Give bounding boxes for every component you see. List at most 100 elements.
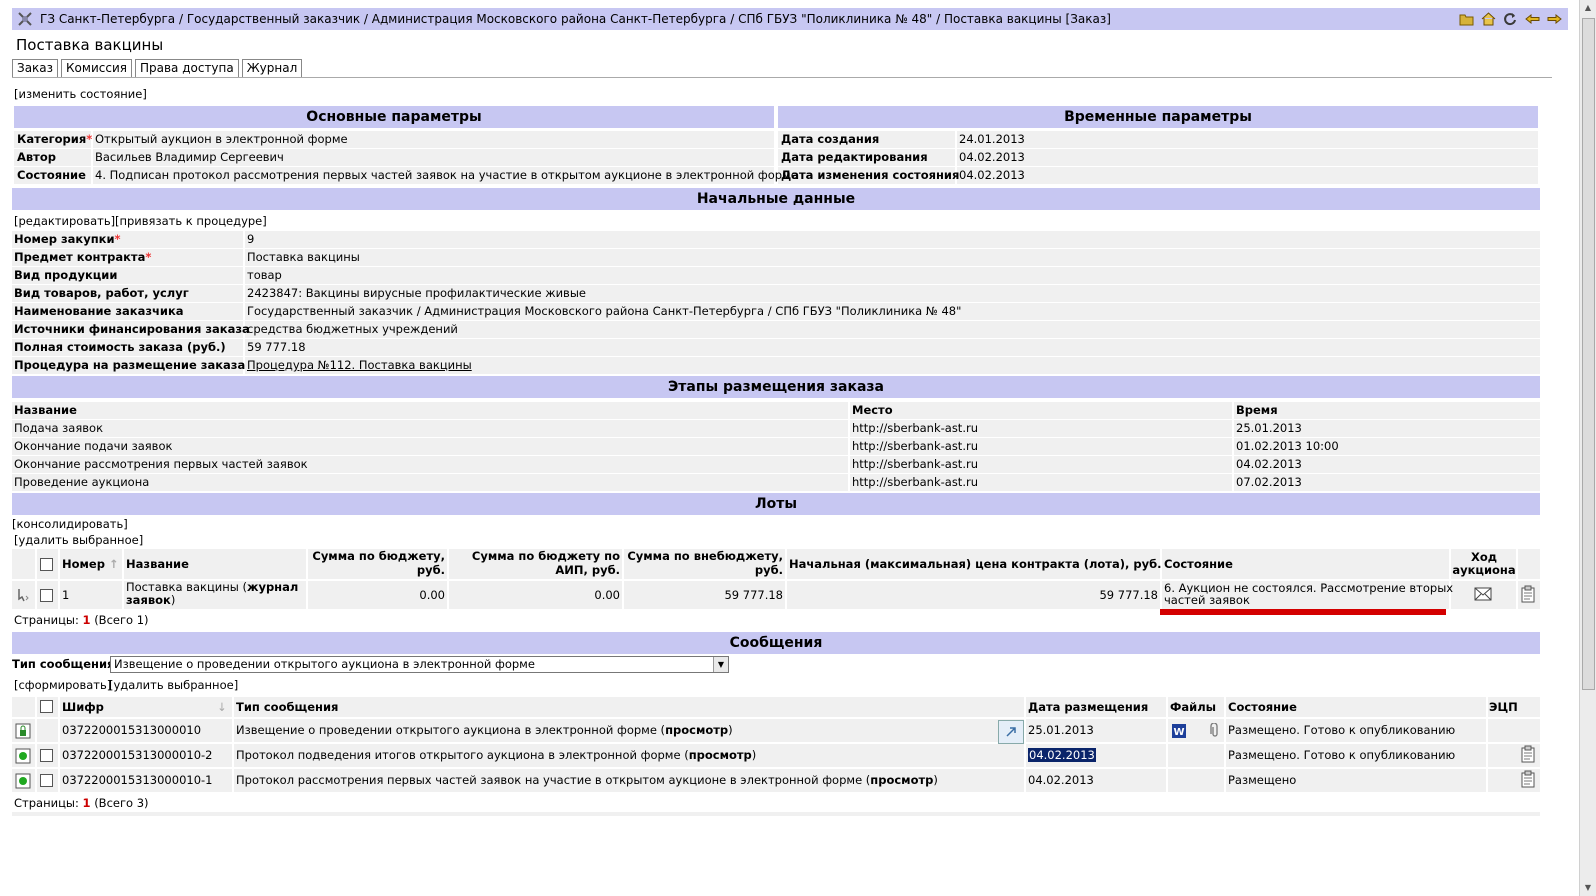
view-link[interactable]: просмотр	[689, 748, 752, 762]
bind-procedure-link[interactable]: [привязать к процедуре]	[115, 214, 267, 228]
messages-select-all-checkbox[interactable]	[40, 700, 53, 713]
total-cost-value: 59 777.18	[247, 340, 306, 354]
stage-name: Окончание подачи заявок	[14, 439, 173, 453]
delete-lots-link[interactable]: [удалить выбранное]	[14, 533, 143, 547]
sort-down-icon[interactable]: ↓	[217, 699, 227, 716]
status-locked-icon	[14, 722, 32, 740]
funding-sources-value: средства бюджетных учреждений	[247, 322, 458, 336]
purchase-number-value: 9	[247, 232, 255, 246]
author-value: Васильев Владимир Сергеевич	[95, 150, 284, 164]
contract-subject-label: Предмет контракта*	[14, 250, 152, 264]
state-label: Состояние	[17, 168, 86, 182]
lots-pagination: Страницы: 1 (Всего 1)	[14, 613, 149, 627]
tab-access-rights[interactable]: Права доступа	[134, 59, 239, 78]
breadcrumb-bar: ГЗ Санкт-Петербурга / Государственный за…	[12, 8, 1568, 30]
message-type-label: Тип сообщения	[12, 657, 115, 671]
stage-time: 07.02.2013	[1236, 475, 1302, 489]
procedure-label: Процедура на размещение заказа	[14, 358, 246, 372]
messages-col-ecp: ЭЦП	[1489, 700, 1518, 714]
word-file-icon[interactable]: W	[1170, 722, 1188, 740]
message-cipher: 0372200015313000010	[62, 723, 202, 737]
lots-col-name: Название	[126, 557, 189, 571]
home-icon[interactable]	[1480, 11, 1496, 27]
tab-journal[interactable]: Журнал	[241, 59, 303, 78]
change-state-link[interactable]: [изменить состояние]	[14, 87, 147, 101]
open-external-icon[interactable]	[998, 720, 1024, 744]
lot-row-checkbox[interactable]	[40, 589, 53, 602]
message-state: Размещено	[1228, 773, 1297, 787]
message-state: Размещено. Готово к опубликованию	[1228, 748, 1456, 762]
app-logo-icon	[16, 10, 34, 28]
scrollbar-thumb[interactable]	[1582, 18, 1595, 690]
author-label: Автор	[17, 150, 56, 164]
state-change-date-label: Дата изменения состояния	[781, 168, 960, 182]
lot-number: 1	[62, 588, 70, 602]
tab-order[interactable]: Заказ	[12, 59, 59, 78]
lots-select-all-checkbox[interactable]	[40, 558, 53, 571]
refresh-icon[interactable]	[1502, 11, 1518, 27]
tab-bar: Заказ Комиссия Права доступа Журнал	[12, 59, 303, 78]
purchase-number-label: Номер закупки*	[14, 232, 121, 246]
paperclip-icon[interactable]	[1208, 722, 1222, 738]
main-params-header: Основные параметры	[14, 106, 774, 128]
message-type-select[interactable]: Извещение о проведении открытого аукцион…	[110, 656, 729, 673]
stage-name: Подача заявок	[14, 421, 104, 435]
messages-page-current[interactable]: 1	[83, 796, 91, 810]
breadcrumb[interactable]: ГЗ Санкт-Петербурга / Государственный за…	[40, 12, 1111, 26]
lot-journal-link[interactable]: журнал	[247, 580, 298, 594]
lot-extrabudget: 59 777.18	[724, 588, 783, 602]
expand-row-icon[interactable]	[14, 586, 32, 604]
delete-messages-link[interactable]: [удалить выбранное]	[109, 678, 238, 692]
status-green-icon	[14, 747, 32, 765]
messages-pagination: Страницы: 1 (Всего 3)	[14, 796, 149, 810]
lots-page-current[interactable]: 1	[83, 613, 91, 627]
back-arrow-icon[interactable]	[1524, 11, 1540, 27]
consolidate-link[interactable]: [консолидировать]	[12, 517, 128, 531]
chevron-down-icon[interactable]: ▼	[713, 657, 728, 672]
form-message-link[interactable]: [сформировать]	[14, 678, 111, 692]
envelope-icon[interactable]	[1473, 586, 1493, 602]
lot-name: Поставка вакцины (журнал заявок)	[126, 580, 299, 607]
document-icon[interactable]	[1519, 770, 1537, 788]
stage-name: Окончание рассмотрения первых частей зая…	[14, 457, 308, 471]
edited-date-label: Дата редактирования	[781, 150, 928, 164]
initial-data-header: Начальные данные	[12, 188, 1540, 210]
goods-kind-value: 2423847: Вакцины вирусные профилактическ…	[247, 286, 586, 300]
contract-subject-value: Поставка вакцины	[247, 250, 360, 264]
sort-up-icon[interactable]: ↑	[109, 557, 119, 571]
edited-date-value: 04.02.2013	[959, 150, 1025, 164]
view-link[interactable]: просмотр	[665, 723, 728, 737]
created-date-value: 24.01.2013	[959, 132, 1025, 146]
messages-header: Сообщения	[12, 632, 1540, 654]
scroll-down-icon[interactable]: ▼	[1580, 880, 1596, 896]
document-icon[interactable]	[1519, 745, 1537, 763]
lot-aip: 0.00	[594, 588, 620, 602]
total-cost-label: Полная стоимость заказа (руб.)	[14, 340, 226, 354]
stages-col-name: Название	[14, 403, 77, 417]
category-value: Открытый аукцион в электронной форме	[95, 132, 348, 146]
message-row-checkbox[interactable]	[40, 749, 53, 762]
category-label: Категория*	[17, 132, 93, 146]
lots-col-extrabudget: Сумма по внебюджету, руб.	[627, 549, 783, 577]
lot-state: 6. Аукцион не состоялся. Рассмотрение вт…	[1164, 581, 1454, 607]
product-type-value: товар	[247, 268, 282, 282]
document-icon[interactable]	[1519, 585, 1537, 603]
tab-commission[interactable]: Комиссия	[61, 59, 132, 78]
message-row-checkbox[interactable]	[40, 774, 53, 787]
lots-col-state: Состояние	[1164, 557, 1233, 571]
procedure-link[interactable]: Процедура №112. Поставка вакцины	[247, 357, 472, 374]
forward-arrow-icon[interactable]	[1546, 11, 1562, 27]
stages-col-time: Время	[1236, 403, 1278, 417]
svg-text:W: W	[1173, 727, 1184, 738]
folder-icon[interactable]	[1458, 11, 1474, 27]
view-link[interactable]: просмотр	[870, 773, 933, 787]
message-cipher: 0372200015313000010-2	[62, 748, 213, 762]
stage-name: Проведение аукциона	[14, 475, 150, 489]
vertical-scrollbar[interactable]: ▲ ▼	[1579, 0, 1596, 896]
edit-link[interactable]: [редактировать]	[14, 214, 115, 228]
messages-col-files: Файлы	[1170, 700, 1217, 714]
lot-price: 59 777.18	[1099, 588, 1158, 602]
scroll-up-icon[interactable]: ▲	[1580, 0, 1596, 16]
lots-col-number[interactable]: Номер ↑	[62, 556, 119, 573]
stage-time: 01.02.2013 10:00	[1236, 439, 1339, 453]
